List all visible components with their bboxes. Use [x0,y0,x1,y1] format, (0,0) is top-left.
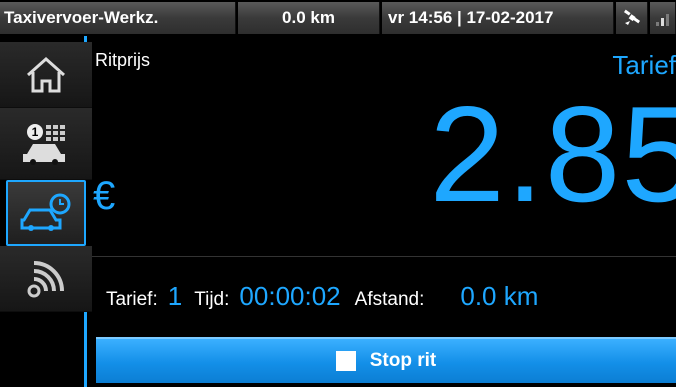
datetime-readout: vr 14:56 | 17-02-2017 [382,2,614,34]
tariff-value: 1 [167,281,183,311]
home-icon [27,56,65,92]
time-key: Tijd: [194,289,230,310]
stop-trip-label: Stop rit [369,350,437,371]
app-title: Taxivervoer-Werkz. [0,2,236,34]
tariff-key: Tarief: [106,289,158,310]
stop-trip-button[interactable]: Stop rit [96,337,676,383]
currency-symbol: € [93,174,116,218]
divider [92,256,676,257]
sidebar-item-taxi-meter[interactable] [6,180,86,246]
time-value: 00:00:02 [239,281,341,311]
tariff-header: Tarief [612,50,676,80]
distance-value: 0.0 km [460,281,539,311]
distance-key: Afstand: [354,289,425,310]
taxi-meter-icon [20,193,71,231]
satellite-icon [616,2,648,34]
fare-amount: 2.85 [429,78,676,230]
svg-text:1: 1 [32,125,39,139]
meter-info-row: Tarief: 1 Tijd: 00:00:02 Afstand: 0.0 km [106,281,538,311]
signal-bars-icon [650,2,676,34]
sidebar-item-trip-overview[interactable]: 1 [0,108,92,180]
fare-panel: Ritprijs Tarief € 2.85 Tarief: 1 Tijd: 0… [92,36,676,387]
sidebar-item-connection[interactable] [0,246,92,312]
wifi-signal-icon [27,260,64,297]
stop-icon [335,351,356,371]
trip-overview-icon: 1 [23,123,65,165]
distance-readout: 0.0 km [238,2,380,34]
sidebar-item-home[interactable] [0,42,92,108]
status-bar: Taxivervoer-Werkz. 0.0 km vr 14:56 | 17-… [0,0,676,36]
fare-label: Ritprijs [95,50,151,70]
sidebar: 1 [0,36,92,387]
